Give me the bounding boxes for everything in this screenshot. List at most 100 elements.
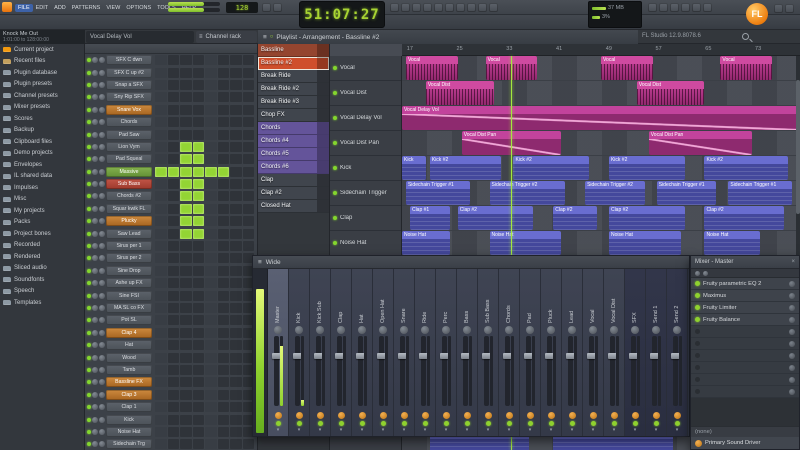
channel-rack-window-icon[interactable]	[670, 3, 679, 12]
strip-pan-knob[interactable]	[652, 326, 660, 334]
channel-pan-knob[interactable]	[92, 317, 98, 324]
channel-volume-knob[interactable]	[99, 193, 105, 200]
clip-vocal[interactable]: Vocal	[720, 56, 773, 80]
strip-send-knob[interactable]	[379, 412, 387, 419]
mixer-strip-ride[interactable]: Ride	[415, 269, 436, 436]
piano-roll-window-icon[interactable]	[659, 3, 668, 12]
channel-volume-knob[interactable]	[99, 379, 105, 386]
track-lane[interactable]: Sidechain Trigger #1 Sidechain Trigger #2…	[402, 181, 800, 206]
step-cell[interactable]	[205, 377, 217, 388]
step-cell[interactable]	[230, 253, 242, 264]
pattern-chords-5[interactable]: Chords #5	[258, 148, 329, 161]
step-cell[interactable]	[155, 377, 167, 388]
step-cell[interactable]	[217, 414, 229, 425]
strip-mute-led[interactable]	[275, 421, 281, 426]
step-cell[interactable]	[217, 67, 229, 78]
playlist-titlebar[interactable]: Playlist - Arrangement - Bassline #2	[258, 30, 638, 44]
strip-send-knob[interactable]	[505, 412, 513, 419]
channel-volume-knob[interactable]	[99, 267, 105, 274]
channel-button[interactable]: Sny Rip SFX	[106, 92, 152, 103]
step-cell[interactable]	[192, 92, 204, 103]
auto-scroll-icon[interactable]	[489, 3, 498, 12]
strip-fader[interactable]	[586, 336, 596, 406]
step-cell[interactable]	[167, 253, 179, 264]
minimize-icon[interactable]	[774, 4, 783, 13]
strip-pan-knob[interactable]	[463, 326, 471, 334]
channel-pan-knob[interactable]	[92, 305, 98, 311]
channel-mute-led[interactable]	[87, 392, 91, 397]
clip-vocal-dist[interactable]: Vocal Dist	[636, 81, 705, 105]
step-cell[interactable]	[167, 402, 179, 413]
step-cell[interactable]	[155, 154, 167, 165]
strip-route-icon[interactable]	[445, 428, 448, 433]
step-cell[interactable]	[167, 290, 179, 301]
channel-button[interactable]: Clap 4	[106, 327, 152, 338]
channel-button[interactable]: Bassline FX	[106, 377, 152, 388]
browser-item-impulses[interactable]: Impulses	[0, 182, 84, 194]
channel-pan-knob[interactable]	[92, 379, 98, 386]
step-cell[interactable]	[155, 265, 167, 276]
clip-vocal[interactable]: Vocal	[601, 56, 653, 80]
playlist-menu-icon[interactable]	[263, 34, 267, 41]
slot-mix-knob[interactable]	[789, 388, 795, 395]
panel-knob-icon[interactable]	[703, 270, 708, 276]
track-header-noise-hat[interactable]: Noise Hat	[330, 231, 401, 256]
channel-volume-knob[interactable]	[99, 305, 105, 311]
strip-route-icon[interactable]	[634, 428, 637, 433]
strip-pan-knob[interactable]	[358, 326, 366, 334]
strip-pan-knob[interactable]	[400, 326, 408, 334]
mixer-strip-hat[interactable]: Hat	[352, 269, 373, 436]
strip-mute-led[interactable]	[506, 421, 512, 426]
playlist-window-icon[interactable]	[648, 3, 657, 12]
step-cell[interactable]	[230, 203, 242, 214]
mixer-titlebar[interactable]: Wide	[253, 256, 689, 269]
step-cell[interactable]	[180, 55, 192, 66]
strip-route-icon[interactable]	[466, 428, 469, 433]
step-cell[interactable]	[217, 117, 229, 128]
clip-vocal-delay-vol[interactable]: Vocal Delay Vol	[402, 106, 800, 130]
browser-item-recent-files[interactable]: Recent files	[0, 56, 84, 68]
pattern-clap-2[interactable]: Clap #2	[258, 187, 329, 200]
channel-pan-knob[interactable]	[92, 193, 98, 200]
step-cell[interactable]	[167, 92, 179, 103]
strip-fader[interactable]	[670, 336, 680, 406]
strip-mute-led[interactable]	[443, 421, 449, 426]
step-cell[interactable]	[155, 55, 167, 66]
step-cell[interactable]	[155, 203, 167, 214]
clip-clap-2[interactable]: Clap #2	[608, 206, 685, 230]
channel-button[interactable]: Lion Vym	[106, 141, 152, 152]
step-cell[interactable]	[230, 67, 242, 78]
step-cell[interactable]	[217, 253, 229, 264]
strip-send-knob[interactable]	[589, 412, 597, 419]
channel-volume-knob[interactable]	[99, 404, 105, 411]
step-cell[interactable]	[167, 364, 179, 375]
mixer-strip-bass[interactable]: Bass	[457, 269, 478, 436]
step-cell[interactable]	[180, 253, 192, 264]
step-cell[interactable]	[205, 191, 217, 202]
step-cell[interactable]	[167, 166, 179, 177]
step-cell[interactable]	[192, 129, 204, 140]
track-header-vocal-delay-vol[interactable]: Vocal Delay Vol	[330, 106, 401, 131]
step-cell[interactable]	[217, 315, 229, 326]
clip-kick-2[interactable]: Kick #2	[513, 156, 590, 180]
step-cell[interactable]	[192, 141, 204, 152]
step-cell[interactable]	[205, 352, 217, 363]
step-cell[interactable]	[167, 377, 179, 388]
channel-volume-knob[interactable]	[99, 317, 105, 324]
channel-mute-led[interactable]	[87, 355, 91, 360]
strip-send-knob[interactable]	[316, 412, 324, 419]
channel-mute-led[interactable]	[87, 132, 91, 137]
step-cell[interactable]	[205, 79, 217, 90]
step-cell[interactable]	[192, 166, 204, 177]
step-cell[interactable]	[167, 303, 179, 313]
strip-send-knob[interactable]	[442, 412, 450, 419]
strip-send-knob[interactable]	[358, 412, 366, 419]
channel-pan-knob[interactable]	[92, 404, 98, 411]
step-cell[interactable]	[242, 439, 254, 450]
browser-item-scores[interactable]: Scores	[0, 113, 84, 125]
step-cell[interactable]	[155, 315, 167, 326]
clip-sidechain-trigger-1[interactable]: Sidechain Trigger #1	[656, 181, 717, 205]
clip-kick-2[interactable]: Kick #2	[429, 156, 502, 180]
step-cell[interactable]	[242, 216, 254, 227]
clip-vocal[interactable]: Vocal	[405, 56, 458, 80]
